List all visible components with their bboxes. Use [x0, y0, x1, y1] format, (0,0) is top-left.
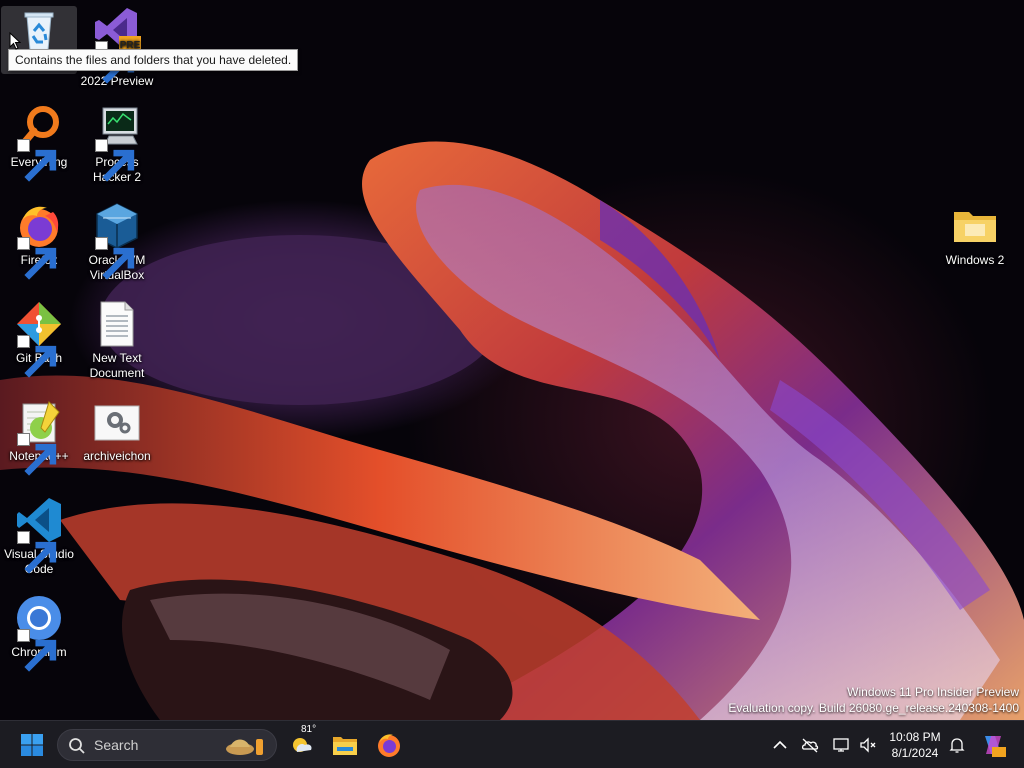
- notification-bell-icon[interactable]: [947, 735, 967, 755]
- network-icon[interactable]: [832, 735, 852, 755]
- desktop-icon-virtualbox[interactable]: Oracle VM VirtualBox: [79, 202, 155, 283]
- desktop-icon-firefox[interactable]: Firefox: [1, 202, 77, 280]
- desktop-icon-vscode[interactable]: Visual Studio Code: [1, 496, 77, 577]
- evaluation-watermark: Windows 11 Pro Insider Preview Evaluatio…: [728, 684, 1019, 716]
- shortcut-arrow-icon: [17, 139, 57, 182]
- desktop-icon-windows-2-folder[interactable]: Windows 2: [937, 202, 1013, 268]
- desktop-icon-new-text-document[interactable]: New Text Document: [79, 300, 155, 381]
- desktop-icon-label: New Text Document: [89, 351, 145, 380]
- file-explorer-icon: [333, 737, 357, 755]
- onedrive-offline-icon[interactable]: [800, 735, 820, 755]
- search-icon: [69, 738, 85, 754]
- vscode-icon: [15, 496, 63, 574]
- desktop-icon-label: archiveichon: [83, 449, 151, 463]
- desktop-icon-process-hacker[interactable]: Process Hacker 2: [79, 104, 155, 185]
- firefox-icon: [15, 202, 63, 280]
- shortcut-arrow-icon: [95, 139, 135, 182]
- weather-icon: [293, 738, 312, 752]
- chromium-icon: [15, 594, 63, 672]
- taskbar-search-box[interactable]: Search: [57, 729, 277, 761]
- shortcut-arrow-icon: [95, 237, 135, 280]
- git-bash-icon: [15, 300, 63, 378]
- start-button[interactable]: [12, 725, 52, 765]
- weather-temperature: 81°: [301, 724, 317, 735]
- clock-date: 8/1/2024: [891, 746, 939, 760]
- shortcut-arrow-icon: [17, 237, 57, 280]
- mouse-cursor-icon: [9, 32, 21, 50]
- desktop-icon-everything[interactable]: Everything: [1, 104, 77, 182]
- taskbar: Search 81° 10:08 PM 8/1/2024: [0, 720, 1024, 768]
- taskbar-file-explorer[interactable]: [325, 725, 365, 765]
- watermark-line-2: Evaluation copy. Build 26080.ge_release.…: [728, 701, 1019, 715]
- recycle-bin-tooltip: Contains the files and folders that you …: [8, 49, 299, 71]
- start-icon: [21, 734, 43, 756]
- copilot-preview-icon[interactable]: [980, 732, 1006, 758]
- search-label: Search: [94, 737, 139, 753]
- notepadpp-icon: [15, 398, 63, 476]
- virtualbox-icon: [93, 202, 141, 280]
- watermark-line-1: Windows 11 Pro Insider Preview: [847, 685, 1019, 699]
- chevron-up-icon[interactable]: [770, 735, 790, 755]
- clock-time: 10:08 PM: [889, 730, 941, 744]
- shortcut-arrow-icon: [17, 433, 57, 476]
- search-highlight-icon: [226, 739, 263, 755]
- process-hacker-icon: [93, 104, 141, 182]
- firefox-icon: [378, 734, 400, 757]
- folder-icon: [951, 202, 999, 250]
- everything-search-icon: [15, 104, 63, 182]
- shortcut-arrow-icon: [17, 531, 57, 574]
- desktop-icon-label: Windows 2: [945, 253, 1005, 267]
- settings-file-icon: [93, 398, 141, 446]
- shortcut-arrow-icon: [17, 629, 57, 672]
- desktop-icon-git-bash[interactable]: Git Bash: [1, 300, 77, 378]
- desktop-icon-visual-studio[interactable]: PRE 2022 Preview: [79, 6, 155, 89]
- visual-studio-preview-icon: PRE: [93, 6, 141, 84]
- desktop-icon-notepadpp[interactable]: Notepad++: [1, 398, 77, 476]
- volume-muted-icon[interactable]: [858, 735, 878, 755]
- recycle-bin-icon: [15, 6, 63, 54]
- desktop-icon-chromium[interactable]: Chromium: [1, 594, 77, 672]
- desktop-icon-archiveichon[interactable]: archiveichon: [79, 398, 155, 464]
- taskbar-clock[interactable]: 10:08 PM 8/1/2024: [882, 729, 948, 761]
- shortcut-arrow-icon: [17, 335, 57, 378]
- taskbar-firefox[interactable]: [369, 725, 409, 765]
- text-document-icon: [93, 300, 141, 348]
